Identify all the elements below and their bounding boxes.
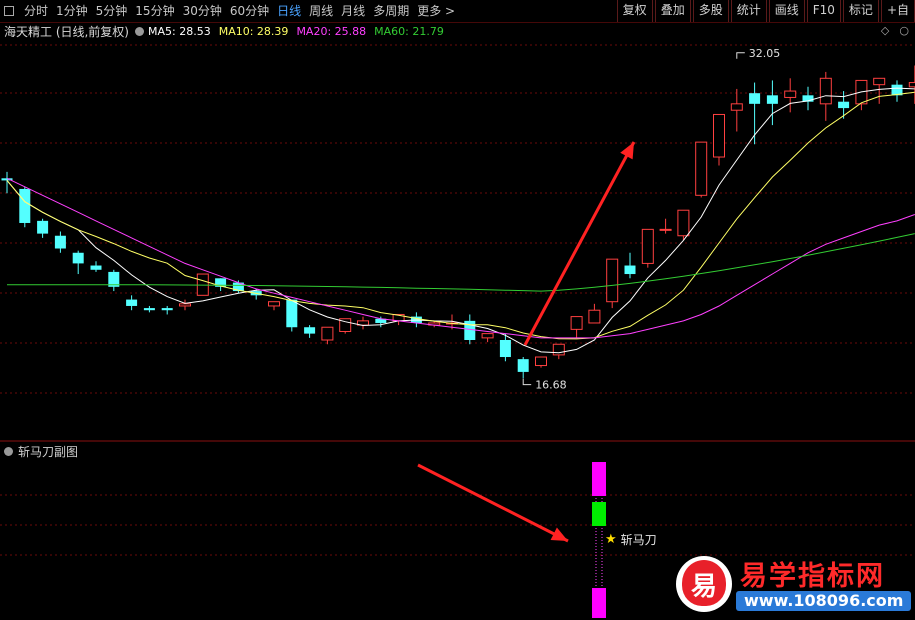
annotation-arrow-down bbox=[417, 463, 569, 543]
action-buttons: 复权 叠加 多股 统计 画线 F10 标记 +自 bbox=[615, 0, 915, 22]
action-button-6[interactable]: 标记 bbox=[842, 0, 879, 22]
menu-icon[interactable] bbox=[4, 6, 14, 16]
ma20-value: MA20: 25.88 bbox=[296, 24, 367, 38]
watermark-title: 易学指标网 bbox=[740, 561, 885, 592]
ma60-value: MA60: 21.79 bbox=[374, 24, 444, 38]
candle-body-up bbox=[659, 228, 672, 231]
candle-body-up bbox=[677, 209, 690, 237]
candle-body-down bbox=[838, 101, 850, 109]
ma5-line bbox=[6, 87, 915, 354]
tab-period-5[interactable]: 60分钟 bbox=[226, 0, 273, 22]
candle-body-down bbox=[37, 220, 49, 234]
candle-body-up bbox=[819, 77, 832, 105]
candle-body-down bbox=[517, 359, 529, 372]
chart-corner-icons: ◇ ○ bbox=[881, 24, 909, 37]
high-label: 32.05 bbox=[749, 47, 781, 60]
candle-body-down bbox=[72, 252, 84, 264]
signal-bar-green bbox=[592, 502, 606, 526]
candle-body-down bbox=[304, 327, 316, 334]
candle-body-up bbox=[588, 309, 601, 324]
indicator-legend: 海天精工 (日线,前复权) MA5: 28.53 MA10: 28.39 MA2… bbox=[4, 23, 452, 39]
candle-body-down bbox=[161, 308, 173, 311]
kline-chart[interactable]: 32.05 16.68 bbox=[0, 0, 915, 620]
tab-period-6[interactable]: 日线 bbox=[273, 0, 305, 22]
action-button-7[interactable]: +自 bbox=[880, 0, 915, 22]
tab-period-0[interactable]: 分时 bbox=[20, 0, 52, 22]
settings-circle-icon[interactable] bbox=[135, 26, 144, 36]
candle-body-down bbox=[54, 235, 66, 249]
tab-period-8[interactable]: 月线 bbox=[337, 0, 369, 22]
low-label: 16.68 bbox=[535, 379, 567, 392]
action-button-5[interactable]: F10 bbox=[806, 0, 841, 22]
period-toolbar: 分时 1分钟 5分钟 15分钟 30分钟 60分钟 日线 周线 月线 多周期 更多 > 复权 叠加 多股… bbox=[0, 0, 915, 22]
candle-body-up bbox=[695, 141, 708, 196]
ma5-value: MA5: 28.53 bbox=[148, 24, 211, 38]
watermark-url: www.108096.com bbox=[736, 591, 912, 611]
tab-period-10[interactable]: 更多 > bbox=[413, 0, 459, 22]
tab-period-7[interactable]: 周线 bbox=[305, 0, 337, 22]
subchart-settings-icon[interactable] bbox=[4, 447, 13, 456]
candle-body-up bbox=[535, 356, 547, 367]
ma20-line bbox=[6, 177, 915, 339]
candle-body-down bbox=[286, 299, 298, 328]
watermark-logo-icon: 易 bbox=[676, 556, 732, 612]
subchart-header: 斩马刀副图 bbox=[4, 443, 78, 460]
candle-body-up bbox=[606, 258, 619, 303]
candle-body-down bbox=[766, 95, 778, 104]
action-button-0[interactable]: 复权 bbox=[616, 0, 653, 22]
stock-title[interactable]: 海天精工 (日线,前复权) bbox=[4, 23, 129, 40]
star-icon: ★ bbox=[605, 532, 617, 547]
candle-body-down bbox=[624, 265, 636, 275]
action-button-2[interactable]: 多股 bbox=[692, 0, 729, 22]
candle-body-up bbox=[179, 303, 191, 307]
candle-body-up bbox=[730, 103, 743, 111]
ma10-line bbox=[6, 91, 915, 340]
signal-annotation: ★ 斩马刀 bbox=[605, 531, 657, 548]
action-button-3[interactable]: 统计 bbox=[730, 0, 767, 22]
candle-body-up bbox=[908, 82, 915, 88]
diamond-icon[interactable]: ◇ bbox=[881, 24, 889, 37]
candle-body-down bbox=[90, 265, 102, 270]
ma10-value: MA10: 28.39 bbox=[218, 24, 289, 38]
signal-label: 斩马刀 bbox=[620, 533, 657, 547]
candle-body-down bbox=[749, 93, 761, 104]
subchart-title[interactable]: 斩马刀副图 bbox=[18, 443, 78, 460]
candle-body-down bbox=[126, 299, 138, 306]
action-button-1[interactable]: 叠加 bbox=[654, 0, 691, 22]
candle-body-down bbox=[499, 340, 511, 358]
site-watermark: 易 易学指标网 www.108096.com bbox=[670, 548, 915, 618]
candle-body-down bbox=[143, 308, 155, 311]
high-pointer bbox=[736, 52, 745, 59]
circle-icon[interactable]: ○ bbox=[899, 24, 909, 37]
candle-body-up bbox=[713, 113, 725, 158]
candle-body-down bbox=[19, 188, 31, 223]
tab-period-1[interactable]: 1分钟 bbox=[52, 0, 92, 22]
candle-body-up bbox=[321, 326, 334, 341]
watermark-logo-char: 易 bbox=[690, 572, 717, 602]
candle-body-up bbox=[570, 316, 583, 330]
tab-period-4[interactable]: 30分钟 bbox=[179, 0, 226, 22]
candle-body-up bbox=[873, 77, 886, 86]
signal-bar-bottom bbox=[592, 588, 606, 618]
action-button-4[interactable]: 画线 bbox=[768, 0, 805, 22]
signal-bar-top bbox=[592, 462, 606, 496]
candle-body-up bbox=[641, 228, 654, 264]
candle-body-up bbox=[268, 301, 280, 307]
period-tabs: 分时 1分钟 5分钟 15分钟 30分钟 60分钟 日线 周线 月线 多周期 更多 > bbox=[0, 0, 459, 22]
low-pointer bbox=[522, 378, 532, 386]
candle-body-up bbox=[784, 90, 797, 98]
candle-body-up bbox=[481, 333, 494, 339]
tab-period-2[interactable]: 5分钟 bbox=[92, 0, 132, 22]
tab-period-9[interactable]: 多周期 bbox=[369, 0, 413, 22]
tab-period-3[interactable]: 15分钟 bbox=[131, 0, 178, 22]
